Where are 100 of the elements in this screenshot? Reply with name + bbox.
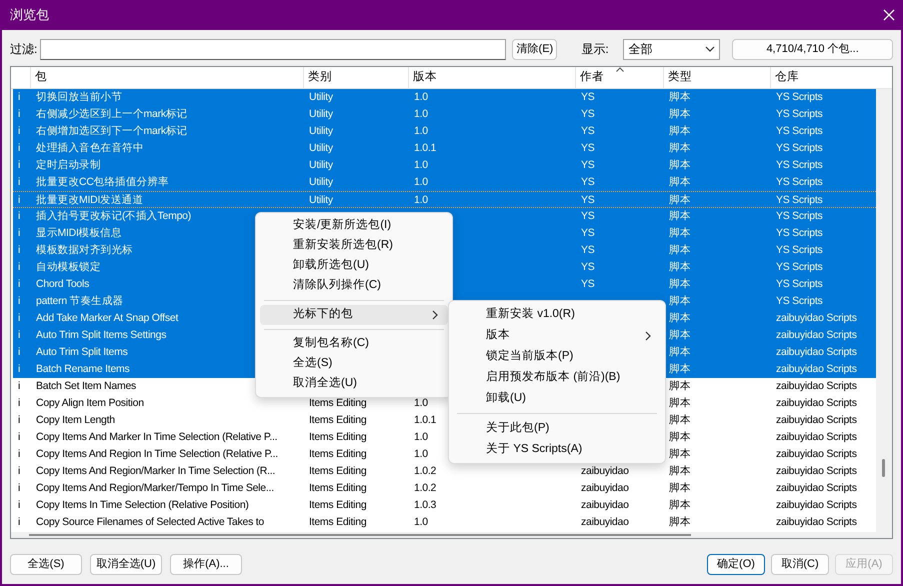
table-cell: YS — [581, 91, 595, 103]
table-cell: Copy Items In Time Selection (Relative Position) — [36, 499, 249, 511]
table-cell: YS — [581, 210, 595, 222]
table-cell: Utility — [309, 142, 333, 154]
table-cell: YS Scripts — [776, 142, 823, 154]
table-cell: 切换回放当前小节 — [36, 91, 122, 103]
table-cell-text: i — [18, 294, 22, 309]
table-cell: zaibuyidao Scripts — [776, 363, 857, 375]
table-cell: 显示MIDI模板信息 — [36, 227, 122, 239]
table-cell: zaibuyidao Scripts — [776, 482, 857, 494]
table-cell: Items Editing — [309, 516, 366, 528]
table-cell: Copy Items And Region In Time Selection (Relative P... — [36, 448, 278, 460]
table-cell: YS Scripts — [776, 227, 823, 239]
table-cell: Utility — [309, 108, 333, 120]
table-cell: zaibuyidao Scripts — [776, 431, 857, 443]
table-cell: YS Scripts — [776, 194, 823, 206]
table-cell: 1.0.2 — [414, 465, 436, 477]
table-cell: 1.0.1 — [414, 142, 436, 154]
table-cell-text: i — [18, 345, 22, 360]
table-cell: Copy Items And Region/Marker In Time Selection (R... — [36, 465, 276, 477]
table-cell: 脚本 — [669, 194, 690, 206]
table-cell: Items Editing — [309, 465, 366, 477]
table-cell: YS — [581, 261, 595, 273]
table-cell: Add Take Marker At Snap Offset — [36, 312, 178, 324]
table-cell: YS Scripts — [776, 108, 823, 120]
table-cell: zaibuyidao Scripts — [776, 329, 857, 341]
table-cell: zaibuyidao — [581, 499, 629, 511]
table-cell: 脚本 — [669, 295, 690, 307]
table-cell: Utility — [309, 176, 333, 188]
table-cell: 1.0.1 — [414, 414, 436, 426]
table-cell: Items Editing — [309, 414, 366, 426]
table-cell: YS Scripts — [776, 244, 823, 256]
table-cell-text: i — [18, 277, 22, 292]
table-cell-text: i — [18, 379, 22, 394]
table-cell-text: i — [18, 175, 22, 190]
table-cell: 模板数据对齐到光标 — [36, 244, 133, 256]
window-title: 浏览包 — [10, 6, 49, 24]
table-cell: 定时启动录制 — [36, 159, 100, 171]
table-cell-text: i — [18, 413, 22, 428]
table-cell: YS — [581, 227, 595, 239]
table-cell: 脚本 — [669, 176, 690, 188]
table-cell: Copy Items And Region/Marker/Tempo In Time Sele... — [36, 482, 274, 494]
table-cell-text: i — [18, 430, 22, 445]
table-cell: YS Scripts — [776, 210, 823, 222]
table-cell: 脚本 — [669, 227, 690, 239]
table-cell: 脚本 — [669, 244, 690, 256]
table-cell: 插入拍号更改标记(不插入Tempo) — [36, 210, 192, 222]
table-cell: YS — [581, 159, 595, 171]
table-cell: zaibuyidao — [581, 482, 629, 494]
table-cell: Utility — [309, 125, 333, 137]
table-cell-text: i — [18, 226, 22, 241]
table-cell: Items Editing — [309, 431, 366, 443]
table-cell: YS Scripts — [776, 278, 823, 290]
table-cell: YS — [581, 142, 595, 154]
table-cell: 脚本 — [669, 397, 690, 409]
table-cell-text: i — [18, 243, 22, 258]
table-cell: 脚本 — [669, 465, 690, 477]
table-cell: 1.0 — [414, 431, 428, 443]
table-cell-text: i — [18, 328, 22, 343]
table-cell: 脚本 — [669, 91, 690, 103]
table-cell: 脚本 — [669, 499, 690, 511]
table-cell-text: i — [18, 124, 22, 139]
table-cell-text: i — [18, 447, 22, 462]
table-cell: YS Scripts — [776, 295, 823, 307]
table-cell: 1.0.2 — [414, 482, 436, 494]
table-cell: Auto Trim Split Items — [36, 346, 128, 358]
table-cell: 右侧减少选区到上一个mark标记 — [36, 108, 188, 120]
table-cell: 脚本 — [669, 516, 690, 528]
table-cell-text: i — [18, 515, 22, 530]
table-cell: 1.0 — [414, 516, 428, 528]
table-cell: YS — [581, 125, 595, 137]
table-cell-text: i — [18, 362, 22, 377]
table-cell: zaibuyidao Scripts — [776, 448, 857, 460]
table-cell: Items Editing — [309, 499, 366, 511]
table-cell: YS Scripts — [776, 176, 823, 188]
table-cell: Items Editing — [309, 397, 366, 409]
table-cell: 脚本 — [669, 125, 690, 137]
table-cell: YS Scripts — [776, 125, 823, 137]
table-cell: Copy Source Filenames of Selected Active Takes to — [36, 516, 264, 528]
table-cell: 脚本 — [669, 108, 690, 120]
table-cell: Items Editing — [309, 482, 366, 494]
table-cell: 1.0 — [414, 125, 428, 137]
table-cell-text: i — [18, 141, 22, 156]
table-cell: YS — [581, 278, 595, 290]
filter-label: 过滤: — [10, 41, 38, 58]
table-cell: 1.0 — [414, 176, 428, 188]
table-cell: 脚本 — [669, 142, 690, 154]
table-cell: 1.0 — [414, 159, 428, 171]
table-cell: 脚本 — [669, 414, 690, 426]
table-cell: zaibuyidao Scripts — [776, 499, 857, 511]
table-cell: Copy Items And Marker In Time Selection (Relative P... — [36, 431, 278, 443]
table-cell: 右侧增加选区到下一个mark标记 — [36, 125, 188, 137]
table-cell-text: i — [18, 260, 22, 275]
table-cell: zaibuyidao Scripts — [776, 397, 857, 409]
table-cell: 脚本 — [669, 448, 690, 460]
table-cell: 脚本 — [669, 159, 690, 171]
table-cell-text: i — [18, 107, 22, 122]
table-cell: 脚本 — [669, 380, 690, 392]
table-cell-text: i — [18, 90, 22, 105]
table-cell: 批量更改CC包络插值分辨率 — [36, 176, 169, 188]
